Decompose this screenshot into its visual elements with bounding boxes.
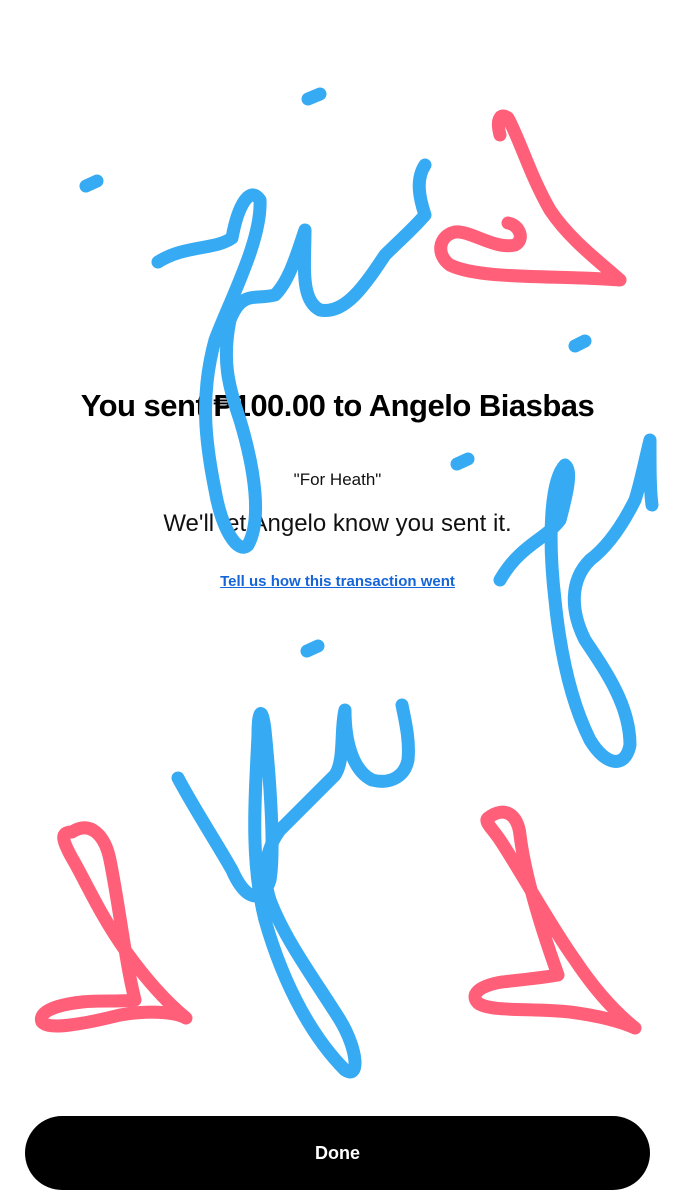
confirmation-screen: You sent ₱100.00 to Angelo Biasbas "For … — [0, 0, 675, 1200]
feedback-link[interactable]: Tell us how this transaction went — [0, 573, 675, 590]
confirmation-message: We'll let Angelo know you sent it. — [163, 510, 512, 537]
done-button[interactable]: Done — [25, 1116, 650, 1190]
payment-note: "For Heath" — [293, 470, 382, 489]
page-title: You sent ₱100.00 to Angelo Biasbas — [80, 388, 595, 423]
